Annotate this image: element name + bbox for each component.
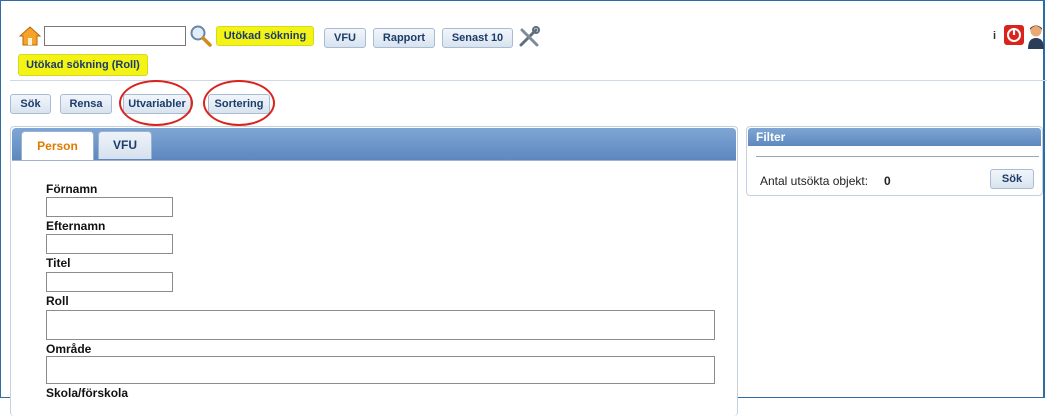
role-field[interactable]	[46, 310, 715, 340]
filter-search-button[interactable]: Sök	[990, 169, 1034, 189]
result-count-label: Antal utsökta objekt:	[760, 174, 869, 188]
header-separator	[10, 80, 1047, 81]
result-count-value: 0	[884, 174, 891, 188]
area-label: Område	[46, 342, 92, 356]
home-icon[interactable]	[18, 25, 42, 47]
latest-10-button[interactable]: Senast 10	[442, 28, 513, 48]
filter-divider	[756, 156, 1039, 157]
search-icon[interactable]	[189, 24, 213, 48]
first-name-field[interactable]	[46, 197, 173, 217]
school-label: Skola/förskola	[46, 386, 129, 400]
info-icon[interactable]: i	[993, 30, 996, 42]
vfu-button[interactable]: VFU	[324, 28, 366, 48]
power-icon[interactable]	[1003, 23, 1025, 47]
user-icon[interactable]	[1027, 23, 1045, 49]
sorting-button[interactable]: Sortering	[208, 94, 270, 114]
area-field[interactable]	[46, 356, 715, 384]
last-name-field[interactable]	[46, 234, 173, 254]
search-button[interactable]: Sök	[10, 94, 51, 114]
quick-search-input[interactable]	[44, 26, 186, 46]
tab-vfu[interactable]: VFU	[98, 131, 152, 159]
tools-icon[interactable]	[517, 25, 541, 49]
form-tab-baseline	[12, 160, 736, 161]
filter-title: Filter	[756, 130, 786, 144]
tab-person[interactable]: Person	[21, 131, 94, 161]
clear-button[interactable]: Rensa	[60, 94, 112, 114]
output-variables-button[interactable]: Utvariabler	[123, 94, 191, 114]
filter-header: Filter	[748, 128, 1041, 146]
first-name-label: Förnamn	[46, 182, 98, 196]
last-name-label: Efternamn	[46, 219, 106, 233]
report-button[interactable]: Rapport	[373, 28, 435, 48]
extended-search-role-tab[interactable]: Utökad sökning (Roll)	[18, 54, 148, 76]
title-label: Titel	[46, 256, 71, 270]
role-label: Roll	[46, 294, 69, 308]
title-field[interactable]	[46, 272, 173, 292]
extended-search-button[interactable]: Utökad sökning	[216, 26, 314, 46]
